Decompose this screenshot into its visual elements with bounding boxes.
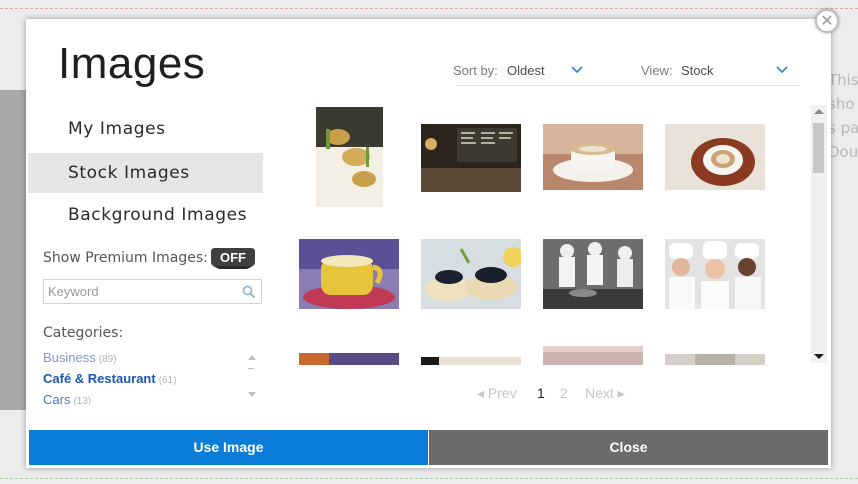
category-cars[interactable]: Cars (13): [43, 389, 243, 405]
image-thumbnail[interactable]: [543, 124, 643, 190]
view-dropdown[interactable]: Stock: [681, 63, 714, 78]
view-chevron-down-icon[interactable]: [775, 64, 789, 74]
category-cafe-restaurant[interactable]: Café & Restaurant (61): [43, 368, 243, 389]
nav-stock-images[interactable]: Stock Images: [28, 153, 263, 193]
search-icon[interactable]: [242, 285, 256, 299]
image-thumbnail[interactable]: [421, 239, 521, 309]
scroll-down-icon[interactable]: [814, 354, 824, 359]
sort-label: Sort by:: [453, 63, 498, 78]
image-thumbnail[interactable]: [299, 239, 399, 309]
nav-my-images[interactable]: My Images: [28, 109, 263, 149]
categories-scroll-up-icon[interactable]: [247, 352, 257, 364]
keyword-search-box: [43, 279, 262, 304]
image-thumbnail[interactable]: [665, 124, 765, 190]
image-thumbnail[interactable]: [421, 357, 521, 365]
image-grid: [288, 97, 808, 365]
page-2-link[interactable]: 2: [560, 385, 568, 401]
background-divider: [0, 8, 858, 9]
image-thumbnail[interactable]: [316, 107, 383, 207]
close-icon[interactable]: ✕: [815, 9, 839, 33]
categories-list: Business (89) Café & Restaurant (61) Cars(…: [43, 347, 243, 405]
categories-scroll-track: [248, 368, 254, 369]
keyword-search-input[interactable]: [44, 280, 238, 303]
image-thumbnail[interactable]: [299, 353, 399, 365]
sort-chevron-down-icon[interactable]: [570, 64, 584, 74]
categories-scroll-down-icon[interactable]: [247, 389, 257, 399]
premium-toggle-text: OFF: [220, 250, 246, 265]
image-thumbnail[interactable]: [665, 239, 765, 309]
scroll-up-icon[interactable]: [814, 109, 824, 114]
background-text: This sho s pa Dou: [828, 71, 858, 161]
premium-toggle[interactable]: OFF: [209, 245, 257, 269]
image-thumbnail[interactable]: [543, 239, 643, 309]
image-thumbnail[interactable]: [543, 346, 643, 365]
premium-images-label: Show Premium Images:: [43, 250, 208, 266]
close-button[interactable]: Close: [429, 430, 828, 465]
image-grid-scrollbar[interactable]: [811, 105, 827, 363]
images-dialog: Images Sort by: Oldest View: Stock My Im…: [26, 19, 831, 468]
image-thumbnail[interactable]: [421, 124, 521, 192]
header-divider: [456, 85, 800, 86]
background-bottom-divider: [0, 478, 858, 479]
use-image-button[interactable]: Use Image: [29, 430, 428, 465]
image-thumbnail[interactable]: [665, 354, 765, 365]
dialog-title: Images: [58, 39, 206, 88]
categories-heading: Categories:: [43, 325, 124, 341]
sort-dropdown[interactable]: Oldest: [507, 63, 545, 78]
category-business[interactable]: Business (89): [43, 347, 243, 368]
next-page-link[interactable]: Next ▸: [585, 385, 625, 402]
view-label: View:: [641, 63, 673, 78]
page-1-link[interactable]: 1: [537, 385, 545, 401]
scrollbar-thumb[interactable]: [813, 123, 824, 173]
prev-page-link[interactable]: ◂ Prev: [477, 385, 517, 402]
nav-background-images[interactable]: Background Images: [28, 195, 263, 235]
